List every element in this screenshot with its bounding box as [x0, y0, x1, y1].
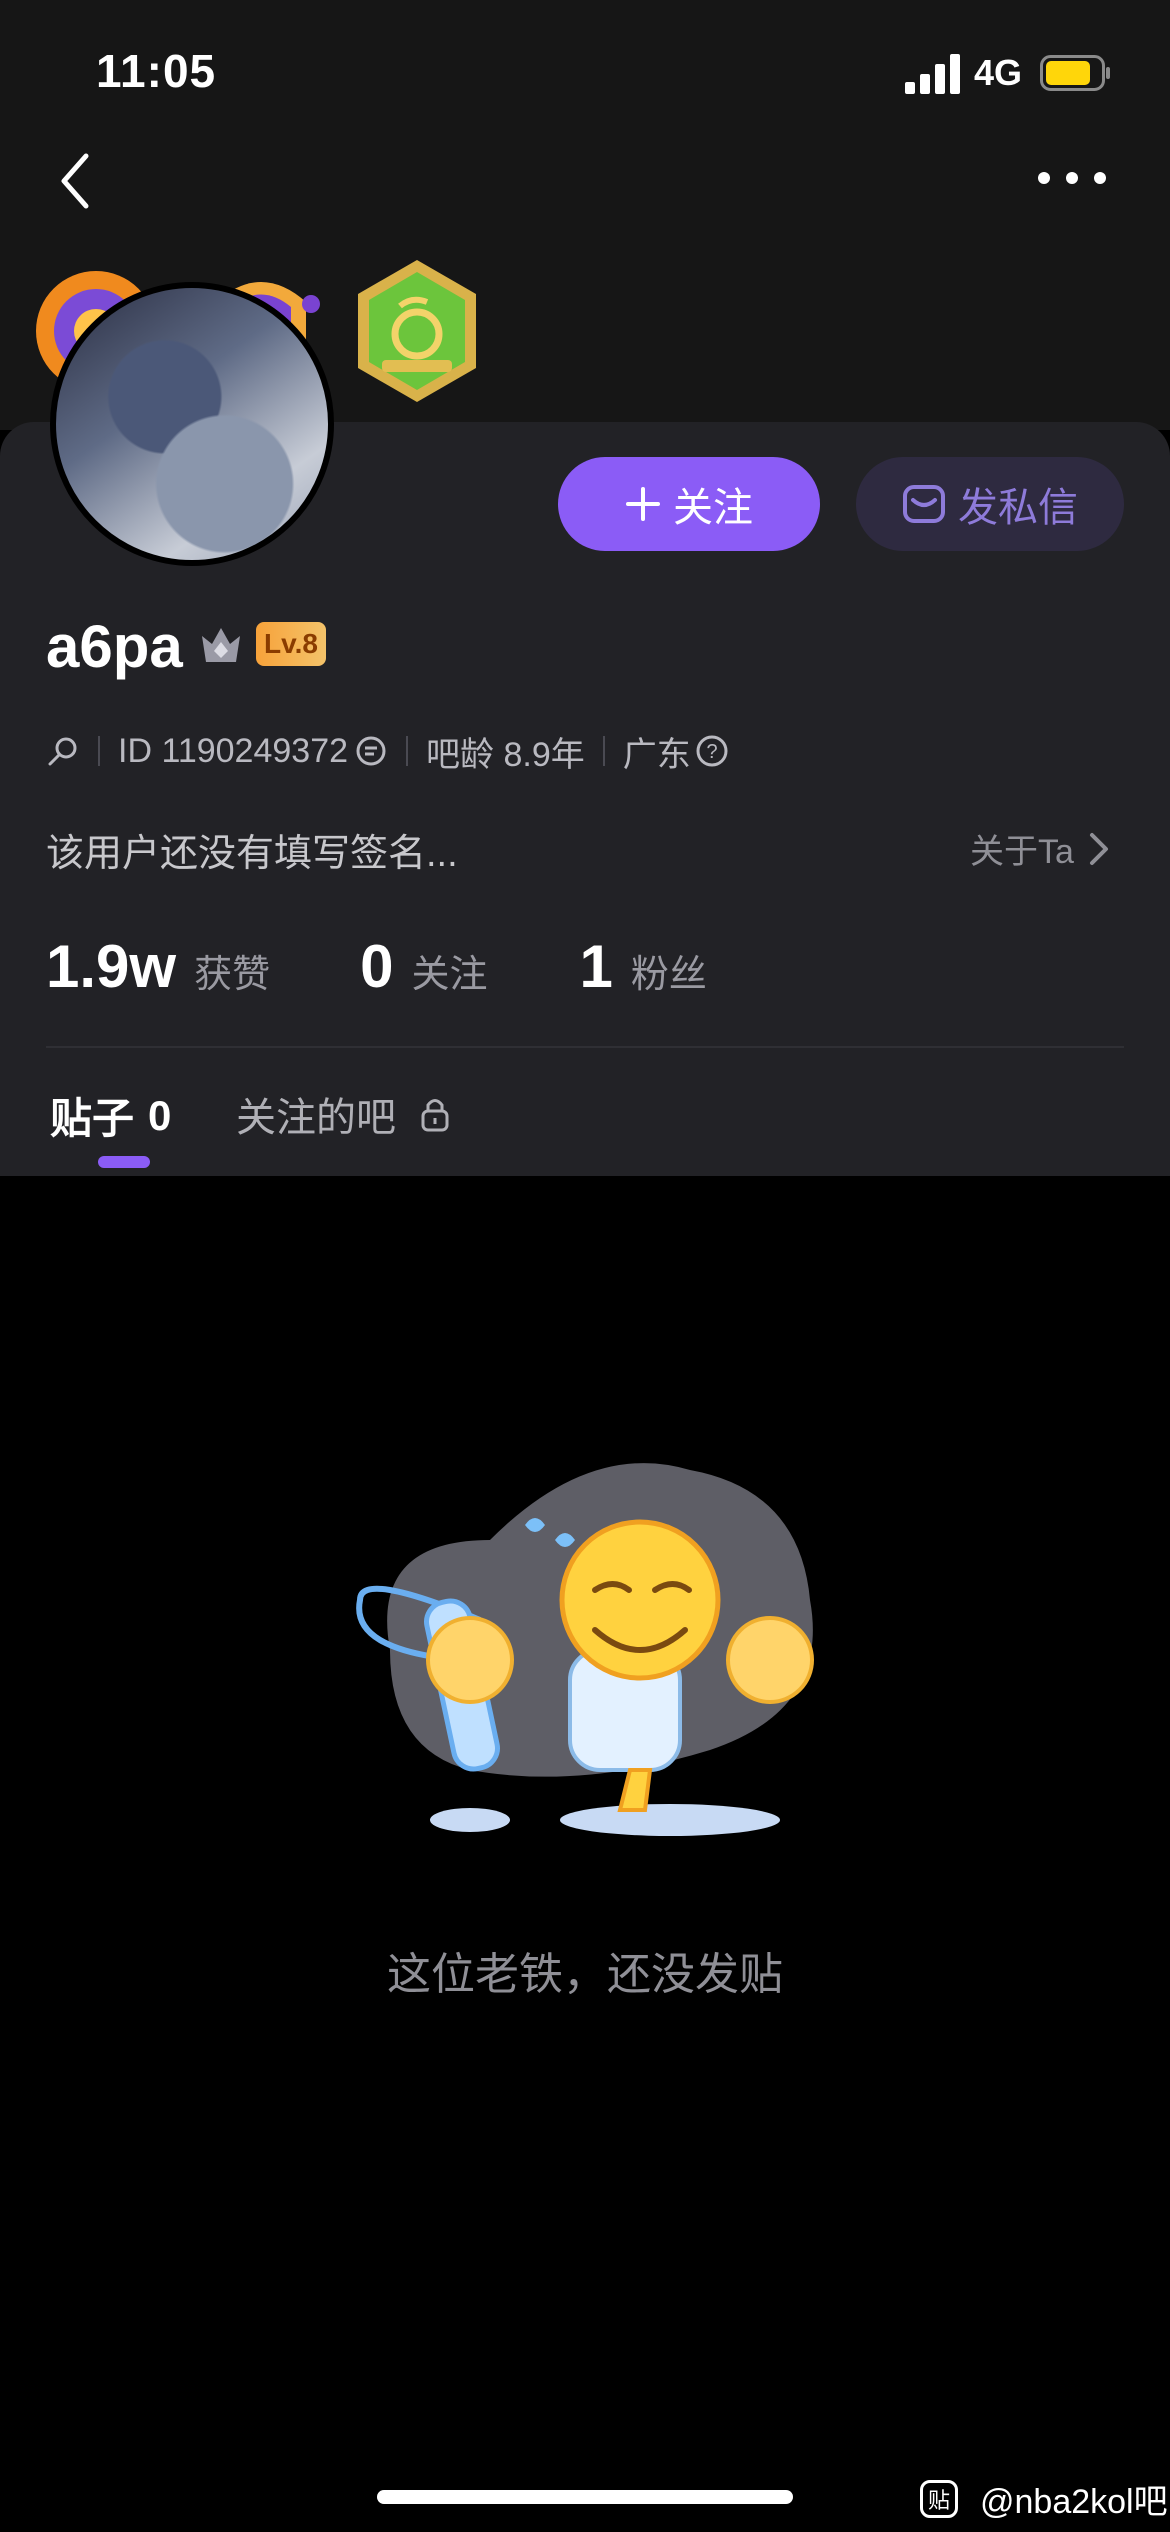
stat-label: 粉丝 [630, 954, 707, 996]
stat-label: 获赞 [194, 954, 271, 996]
divider [46, 1046, 1124, 1048]
avatar[interactable] [50, 282, 334, 566]
more-options-icon[interactable] [1036, 168, 1108, 188]
divider [406, 736, 409, 766]
signal-icon [905, 54, 960, 94]
mail-icon [903, 485, 945, 523]
bar-age: 吧龄 8.9年 [426, 735, 585, 774]
cheering-mascot-illustration [356, 1463, 814, 1836]
stat-likes[interactable]: 1.9w 获赞 [46, 932, 270, 1001]
watermark-text: @nba2kol吧 [980, 2483, 1168, 2521]
crown-icon [202, 628, 240, 662]
lock-icon [421, 1099, 449, 1132]
message-button[interactable]: 发私信 [856, 457, 1124, 551]
stat-fans[interactable]: 1 粉丝 [579, 932, 706, 1001]
svg-text:?: ? [706, 741, 717, 763]
username: a6pa [46, 613, 183, 680]
plus-icon [626, 487, 660, 521]
user-id: ID 1190249372 [118, 731, 349, 770]
tab-followed-bars[interactable]: 关注的吧 [236, 1085, 452, 1143]
tab-followed-bars-label: 关注的吧 [236, 1096, 396, 1140]
network-type: 4G [974, 52, 1023, 93]
about-link[interactable]: 关于Ta [970, 824, 1112, 873]
chevron-right-icon [1089, 832, 1108, 865]
back-arrow-icon[interactable] [56, 150, 96, 212]
tab-posts[interactable]: 贴子 0 [50, 1085, 171, 1146]
stat-value: 1 [579, 933, 613, 1000]
home-indicator[interactable] [377, 2490, 793, 2504]
watermark: 贴 @nba2kol吧 [920, 2474, 1168, 2523]
signature-text: 该用户还没有填写签名... [46, 833, 458, 875]
copy-icon[interactable] [354, 734, 388, 768]
stat-value: 0 [360, 933, 394, 1000]
tab-posts-count: 0 [148, 1091, 172, 1139]
stats-row: 1.9w 获赞 0 关注 1 粉丝 [46, 932, 707, 1001]
battery-icon [1040, 55, 1110, 91]
about-label: 关于Ta [970, 833, 1074, 871]
tieba-logo-icon: 贴 [920, 2479, 958, 2518]
search-icon[interactable] [46, 734, 80, 768]
divider [98, 736, 100, 766]
level-badge: Lv.8 [256, 622, 326, 666]
tab-posts-label: 贴子 [50, 1095, 135, 1142]
stat-following[interactable]: 0 关注 [360, 932, 487, 1001]
location: 广东 [622, 735, 691, 774]
message-button-label: 发私信 [958, 486, 1078, 530]
stat-value: 1.9w [46, 933, 177, 1000]
badge-green-hexagon-icon[interactable] [352, 256, 482, 406]
empty-state-text: 这位老铁，还没发贴 [387, 1950, 783, 1999]
stat-label: 关注 [411, 954, 488, 996]
follow-button[interactable]: 关注 [558, 457, 820, 551]
status-time: 11:05 [96, 45, 217, 97]
follow-button-label: 关注 [673, 486, 753, 530]
tab-indicator [98, 1156, 150, 1168]
profile-meta: ID 1190249372 吧龄 8.9年 广东 ? [46, 726, 729, 776]
help-icon[interactable]: ? [695, 734, 729, 768]
divider [602, 736, 605, 766]
